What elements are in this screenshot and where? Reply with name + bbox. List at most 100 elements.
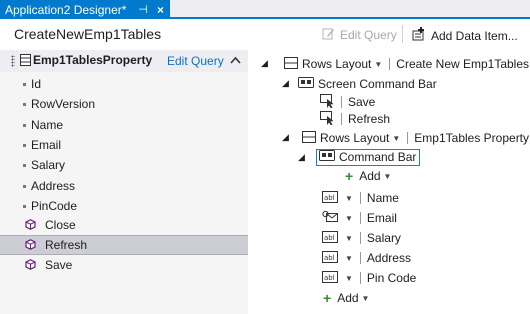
selected-node-box[interactable]: Command Bar xyxy=(316,148,421,166)
tree-node-field-name[interactable]: abl ▼ Name xyxy=(322,189,399,207)
property-item[interactable]: PinCode xyxy=(0,196,248,216)
tab-title: Application2 Designer* xyxy=(5,2,127,17)
dropdown-arrow-icon[interactable]: ▼ xyxy=(384,172,392,181)
property-label: Name xyxy=(31,117,64,132)
dropdown-arrow-icon[interactable]: ▼ xyxy=(392,134,400,143)
add-item-button-outer[interactable]: + Add ▼ xyxy=(323,289,374,307)
collapse-arrow-icon[interactable]: ◢ xyxy=(261,58,268,69)
tree-node-command-bar[interactable]: Command Bar xyxy=(316,148,421,166)
grid-icon xyxy=(20,54,31,69)
textbox-icon: abl xyxy=(322,250,338,266)
chevron-up-icon[interactable] xyxy=(230,53,241,67)
toolbar-separator xyxy=(402,25,403,43)
screen-title: CreateNewEmp1Tables xyxy=(14,26,162,42)
tree-node-save-button[interactable]: Save xyxy=(320,93,375,111)
tree-node-field-email[interactable]: ▼ Email xyxy=(322,209,397,227)
field-label: Pin Code xyxy=(366,271,417,285)
property-item[interactable]: Id xyxy=(0,74,248,94)
plus-icon: + xyxy=(345,168,354,184)
data-member-header[interactable]: Emp1TablesProperty Edit Query xyxy=(0,50,248,72)
property-label: Salary xyxy=(31,158,66,173)
add-data-item-label: Add Data Item... xyxy=(431,28,518,43)
bullet-icon xyxy=(23,103,26,107)
tree-node-refresh-button[interactable]: Refresh xyxy=(320,110,390,128)
button-icon xyxy=(320,93,335,111)
property-label: PinCode xyxy=(31,198,78,213)
tree-node-field-pin-code[interactable]: abl ▼ Pin Code xyxy=(322,269,416,287)
command-item-save[interactable]: Save xyxy=(0,255,248,275)
collapse-arrow-icon[interactable]: ◢ xyxy=(282,132,289,143)
svg-text:abl: abl xyxy=(324,194,335,202)
dropdown-arrow-icon[interactable]: ▼ xyxy=(345,194,353,203)
bullet-icon xyxy=(23,83,26,86)
command-label: Close xyxy=(45,218,76,232)
rows-layout-icon xyxy=(302,130,316,146)
bullet-icon xyxy=(23,204,26,208)
field-label: Address xyxy=(366,251,411,265)
field-label: Email xyxy=(366,211,397,225)
email-address-icon xyxy=(322,210,338,226)
textbox-icon: abl xyxy=(322,190,338,206)
dropdown-arrow-icon[interactable]: ▼ xyxy=(345,274,353,283)
command-label: Refresh xyxy=(45,238,88,252)
command-bar-icon xyxy=(319,150,335,164)
tree-node-inner-rows-layout[interactable]: Rows Layout ▼ Emp1Tables Property xyxy=(302,129,529,147)
pane-splitter[interactable] xyxy=(248,50,256,314)
designer-tab[interactable]: Application2 Designer* ⊣ × xyxy=(0,0,171,19)
tree-node-field-salary[interactable]: abl ▼ Salary xyxy=(322,229,401,247)
bullet-icon xyxy=(23,164,26,168)
field-label: Name xyxy=(366,191,399,205)
command-item-close[interactable]: Close xyxy=(0,215,248,235)
tree-node-field-address[interactable]: abl ▼ Address xyxy=(322,249,411,267)
button-label: Refresh xyxy=(348,112,391,126)
tree-node-root-rows-layout[interactable]: Rows Layout ▼ Create New Emp1Tables xyxy=(284,55,529,73)
method-icon xyxy=(25,219,36,233)
property-item[interactable]: Salary xyxy=(0,155,248,175)
command-bar-label: Command Bar xyxy=(339,150,417,164)
edit-query-button[interactable]: Edit Query xyxy=(322,27,397,43)
separator xyxy=(389,58,391,70)
close-tab-icon[interactable]: × xyxy=(157,3,164,17)
property-label: Email xyxy=(31,137,62,152)
svg-text:abl: abl xyxy=(324,274,335,282)
dropdown-arrow-icon[interactable]: ▼ xyxy=(345,254,353,263)
separator xyxy=(359,212,361,224)
dropdown-arrow-icon[interactable]: ▼ xyxy=(374,60,382,69)
button-label: Save xyxy=(348,95,376,109)
property-item[interactable]: Email xyxy=(0,135,248,155)
pin-icon[interactable]: ⊣ xyxy=(138,3,148,16)
layout-type-label: Rows Layout xyxy=(302,57,372,71)
add-data-item-button[interactable]: Add Data Item... xyxy=(412,27,518,44)
property-item[interactable]: RowVersion xyxy=(0,94,248,114)
add-label: Add xyxy=(337,291,359,305)
svg-text:abl: abl xyxy=(324,234,335,242)
dropdown-arrow-icon[interactable]: ▼ xyxy=(362,294,370,303)
separator xyxy=(341,113,342,125)
data-member-name: Emp1TablesProperty xyxy=(33,53,153,67)
separator xyxy=(407,132,409,144)
edit-query-icon xyxy=(322,27,335,43)
command-label: Save xyxy=(45,258,73,272)
layout-name-label: Create New Emp1Tables xyxy=(396,57,530,71)
edit-query-link[interactable]: Edit Query xyxy=(167,54,224,68)
add-label: Add xyxy=(359,169,381,183)
bullet-icon xyxy=(23,184,26,188)
dropdown-arrow-icon[interactable]: ▼ xyxy=(345,234,353,243)
tree-node-screen-command-bar[interactable]: Screen Command Bar xyxy=(298,75,437,93)
bullet-icon xyxy=(23,123,26,127)
textbox-icon: abl xyxy=(322,270,338,286)
collapse-arrow-icon[interactable]: ◢ xyxy=(298,152,305,163)
separator xyxy=(341,96,342,108)
drag-grip-icon[interactable] xyxy=(11,55,15,67)
property-item[interactable]: Address xyxy=(0,176,248,196)
field-label: Salary xyxy=(366,231,401,245)
property-item[interactable]: Name xyxy=(0,115,248,135)
rows-layout-icon xyxy=(284,56,298,72)
add-item-button-inner[interactable]: + Add ▼ xyxy=(345,167,396,185)
property-label: Address xyxy=(31,178,76,193)
collapse-arrow-icon[interactable]: ◢ xyxy=(282,78,289,89)
edit-query-label: Edit Query xyxy=(340,28,397,42)
button-icon xyxy=(320,110,335,128)
command-item-refresh[interactable]: Refresh xyxy=(0,235,248,255)
dropdown-arrow-icon[interactable]: ▼ xyxy=(345,214,353,223)
